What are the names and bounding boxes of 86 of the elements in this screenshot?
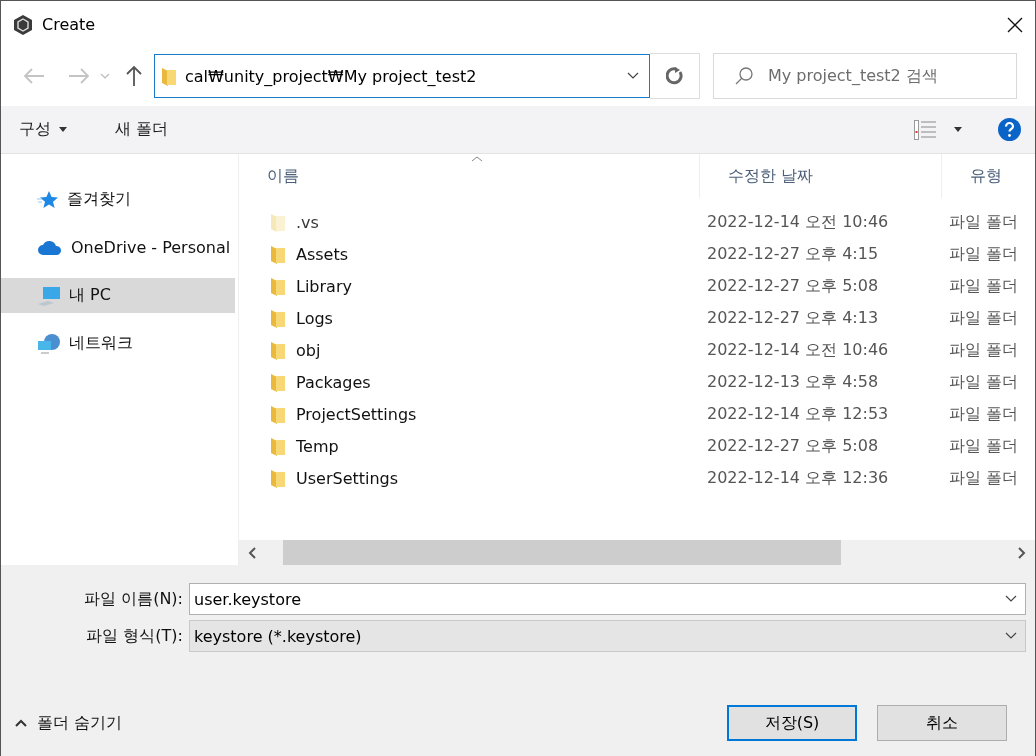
up-button[interactable] <box>126 65 142 87</box>
type-cell-text: 파일 폴더 <box>948 339 1020 361</box>
date-cell-text: 2022-12-27 오후 4:13 <box>706 307 880 329</box>
chevron-down-icon[interactable] <box>1005 595 1017 603</box>
new-folder-button[interactable]: 새 폴더 <box>113 115 171 144</box>
type-cell-text: 파일 폴더 <box>948 211 1020 233</box>
cancel-button[interactable]: 취소 <box>877 705 1007 741</box>
chevron-down-icon[interactable] <box>1005 632 1017 640</box>
window-title: Create <box>42 15 97 34</box>
sidebar-item[interactable]: OneDrive - Personal <box>1 230 235 265</box>
hide-folders-button[interactable]: 폴더 숨기기 <box>15 712 707 734</box>
details-view-icon <box>914 119 936 140</box>
app-logo-icon <box>13 13 33 36</box>
folder-icon <box>270 340 286 360</box>
refresh-button[interactable] <box>650 53 700 99</box>
back-arrow-icon <box>23 68 45 84</box>
column-header[interactable]: 수정한 날짜 <box>699 154 941 198</box>
file-name-label: 파일 이름(N): <box>83 588 184 610</box>
search-field[interactable]: My project_test2 검색 <box>713 53 1017 99</box>
search-icon <box>734 66 754 86</box>
help-button[interactable] <box>998 118 1021 141</box>
folder-icon <box>161 66 177 86</box>
horizontal-scrollbar[interactable] <box>239 540 1035 565</box>
file-name[interactable]: Assets <box>296 244 349 264</box>
type-cell-text: 파일 폴더 <box>948 243 1020 265</box>
type-cell-text: 파일 폴더 <box>948 403 1020 425</box>
dropdown-caret-icon <box>59 127 67 132</box>
file-type-dropdown[interactable]: keystore (*.keystore) <box>189 620 1026 652</box>
help-icon <box>998 118 1021 141</box>
date-cell-text: 2022-12-27 오후 5:08 <box>706 435 880 457</box>
close-button[interactable] <box>1007 16 1023 33</box>
type-cell-text: 파일 폴더 <box>948 307 1020 329</box>
dropdown-caret-icon <box>954 127 962 132</box>
address-field[interactable]: cal₩unity_project₩My project_test2 <box>154 54 650 98</box>
date-cell-text: 2022-12-14 오후 12:36 <box>706 467 890 489</box>
sort-up-icon <box>471 156 483 162</box>
date-cell-text: 2022-12-14 오전 10:46 <box>706 211 890 233</box>
file-name[interactable]: Logs <box>296 308 333 328</box>
file-name[interactable]: UserSettings <box>296 468 399 488</box>
type-cell-text: 파일 폴더 <box>948 467 1020 489</box>
date-cell-text: 2022-12-27 오후 5:08 <box>706 275 880 297</box>
date-cell-text: 2022-12-14 오전 10:46 <box>706 339 890 361</box>
network-icon <box>37 332 61 355</box>
scrollbar-thumb[interactable] <box>283 540 841 565</box>
view-options-button[interactable] <box>914 119 962 140</box>
file-name[interactable]: ProjectSettings <box>296 404 417 424</box>
scroll-left-icon <box>248 546 256 559</box>
folder-icon <box>270 276 286 296</box>
folder-icon <box>270 468 286 488</box>
date-cell-text: 2022-12-14 오후 12:53 <box>706 403 890 425</box>
chevron-up-icon <box>15 719 27 727</box>
folder-icon <box>270 404 286 424</box>
folder-icon <box>270 212 286 232</box>
date-cell-text: 2022-12-13 오후 4:58 <box>706 371 880 393</box>
file-name[interactable]: Packages <box>296 372 371 392</box>
computer-icon <box>37 284 61 307</box>
type-cell-text: 파일 폴더 <box>948 275 1020 297</box>
file-name[interactable]: obj <box>296 340 321 360</box>
date-cell-text: 2022-12-27 오후 4:15 <box>706 243 880 265</box>
file-type-label: 파일 형식(T): <box>85 625 184 647</box>
chevron-down-icon <box>100 73 110 79</box>
refresh-icon <box>665 67 684 85</box>
organize-menu[interactable]: 구성 <box>17 115 69 144</box>
cloud-icon <box>37 239 63 256</box>
forward-arrow-icon <box>68 68 90 84</box>
scroll-right-icon <box>1018 546 1026 559</box>
column-header[interactable]: 이름 <box>239 154 699 198</box>
up-arrow-icon <box>126 65 142 87</box>
file-name-field[interactable]: user.keystore <box>189 583 1026 615</box>
chevron-down-icon[interactable] <box>627 72 639 80</box>
save-button[interactable]: 저장(S) <box>727 705 857 741</box>
file-name[interactable]: Library <box>296 276 352 296</box>
type-cell-text: 파일 폴더 <box>948 371 1020 393</box>
file-name[interactable]: Temp <box>296 436 339 456</box>
close-icon <box>1007 16 1023 33</box>
star-icon <box>37 189 59 210</box>
folder-icon <box>270 308 286 328</box>
sidebar-item[interactable]: 즐겨찾기 <box>1 182 235 217</box>
folder-icon <box>270 436 286 456</box>
folder-icon <box>270 372 286 392</box>
sidebar-item[interactable]: 네트워크 <box>1 326 235 361</box>
folder-icon <box>270 244 286 264</box>
file-name[interactable]: .vs <box>296 212 319 232</box>
sidebar-item[interactable]: 내 PC <box>1 278 235 313</box>
type-cell-text: 파일 폴더 <box>948 435 1020 457</box>
column-header[interactable]: 유형 <box>941 154 1035 198</box>
